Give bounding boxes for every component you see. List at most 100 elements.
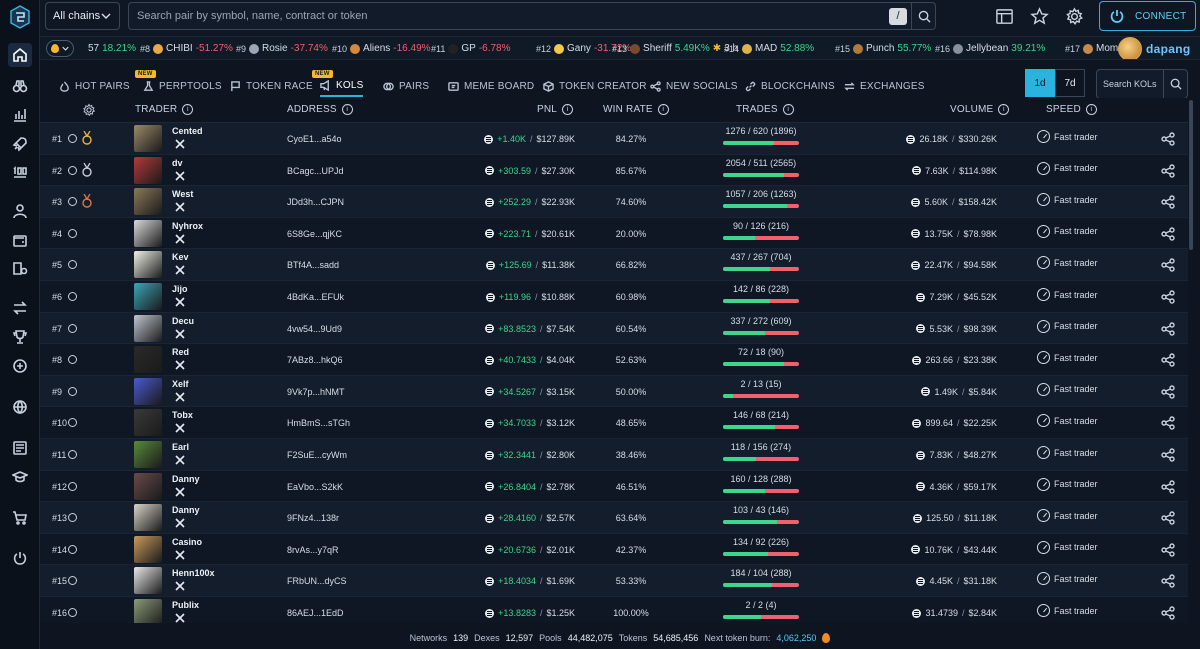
trader-name[interactable]: Danny: [172, 505, 200, 515]
table-row[interactable]: #3 West JDd3h...CJPN +252.29/$22.93K 74.60% 1…: [40, 186, 1188, 218]
share-icon[interactable]: [1161, 416, 1175, 431]
table-row[interactable]: #2 dv BCagc...UPJd +303.59/$27.30K 85.67% 205…: [40, 154, 1188, 187]
sidebar-user-icon[interactable]: [8, 199, 32, 223]
table-row[interactable]: #4 Nyhrox 6S8Ge...qjKC +223.71/$20.61K 20.00…: [40, 217, 1188, 250]
trader-name[interactable]: Jijo: [172, 284, 188, 294]
sidebar-chart-icon[interactable]: [8, 103, 32, 127]
trader-name[interactable]: Danny: [172, 474, 200, 484]
sidebar-swap-icon[interactable]: [8, 296, 32, 320]
row-select-radio[interactable]: [68, 608, 77, 617]
table-row[interactable]: #12 Danny EaVbo...S2kK +26.8404/$2.78K 46.51…: [40, 470, 1188, 503]
trader-name[interactable]: Decu: [172, 316, 194, 326]
table-row[interactable]: #14 Casino 8rvAs...y7qR +20.6736/$2.01K 42.3…: [40, 533, 1188, 566]
row-select-radio[interactable]: [68, 134, 77, 143]
info-icon[interactable]: i: [182, 104, 194, 115]
table-scrollbar-thumb[interactable]: [1189, 100, 1193, 250]
trader-avatar[interactable]: [134, 251, 162, 279]
x-twitter-icon[interactable]: [175, 613, 185, 623]
x-twitter-icon[interactable]: [175, 139, 185, 149]
ticker-filter-button[interactable]: [46, 40, 74, 57]
trader-address[interactable]: FRbUN...dyCS: [287, 576, 347, 586]
row-select-radio[interactable]: [68, 228, 77, 238]
connect-button[interactable]: CONNECT: [1099, 1, 1196, 31]
column-header-trader[interactable]: TRADER i: [135, 104, 194, 115]
x-twitter-icon[interactable]: [175, 423, 185, 433]
share-icon[interactable]: [1161, 448, 1175, 462]
table-row[interactable]: #15 Henn100x FRbUN...dyCS +18.4034/$1.69K 53…: [40, 565, 1188, 597]
sidebar-home-icon[interactable]: [8, 43, 32, 67]
share-icon[interactable]: [1161, 321, 1175, 336]
info-icon[interactable]: i: [657, 104, 669, 115]
sidebar-globe-icon[interactable]: [8, 395, 32, 419]
x-twitter-icon[interactable]: [175, 518, 185, 528]
ticker-item[interactable]: #9 Rosie -37.74%: [236, 43, 328, 54]
trader-address[interactable]: 7ABz8...hkQ6: [287, 355, 343, 365]
ticker-item-first[interactable]: 57 18.21%: [88, 43, 136, 54]
table-row[interactable]: #7 Decu 4vw54...9Ud9 +83.8523/$7.54K 60.54% 3…: [40, 312, 1188, 345]
sidebar-cart-icon[interactable]: [8, 506, 32, 530]
gear-icon[interactable]: [1063, 5, 1085, 27]
layout-icon[interactable]: [993, 5, 1015, 27]
ticker-item[interactable]: #11 GP -6.78%: [431, 43, 511, 54]
ticker-item[interactable]: #13 Sheriff 5.49K% ✱ 3 h: [612, 43, 738, 54]
table-row[interactable]: #13 Danny 9FNz4...138r +28.4160/$2.57K 63.64…: [40, 502, 1188, 534]
search-input[interactable]: [137, 3, 877, 29]
ticker-item[interactable]: #10 Aliens -16.49%: [332, 43, 431, 54]
row-select-radio[interactable]: [68, 481, 77, 491]
column-header-win-rate[interactable]: WIN RATE i: [603, 104, 669, 115]
info-icon[interactable]: i: [562, 104, 574, 115]
trader-name[interactable]: Publix: [172, 600, 199, 610]
trader-address[interactable]: 86AEJ...1EdD: [287, 608, 344, 618]
trader-avatar[interactable]: [134, 504, 162, 532]
row-select-radio[interactable]: [68, 576, 77, 586]
share-icon[interactable]: [1161, 195, 1175, 209]
trader-name[interactable]: Nyhrox: [172, 221, 203, 231]
x-twitter-icon[interactable]: [175, 297, 185, 307]
x-twitter-icon[interactable]: [175, 392, 185, 402]
sidebar-add-icon[interactable]: [8, 354, 32, 378]
column-header-pnl[interactable]: PNL i: [537, 104, 574, 115]
sidebar-rocket-icon[interactable]: [8, 132, 32, 156]
sidebar-binoculars-icon[interactable]: [8, 74, 32, 98]
x-twitter-icon[interactable]: [175, 487, 185, 497]
kol-search-button[interactable]: [1163, 70, 1187, 98]
x-twitter-icon[interactable]: [175, 329, 185, 339]
period-1d-button[interactable]: 1d: [1025, 69, 1055, 97]
row-select-radio[interactable]: [68, 355, 77, 365]
trader-avatar[interactable]: [134, 156, 162, 184]
trader-avatar[interactable]: [134, 441, 162, 468]
info-icon[interactable]: i: [782, 104, 794, 115]
table-row[interactable]: #6 Jijo 4BdKa...EFUk +119.96/$10.88K 60.98% 1…: [40, 281, 1188, 313]
trader-avatar[interactable]: [134, 472, 162, 500]
row-select-radio[interactable]: [68, 292, 77, 301]
trader-address[interactable]: HmBmS...sTGh: [287, 418, 350, 428]
tab-pairs[interactable]: PAIRS: [383, 75, 429, 97]
app-logo-icon[interactable]: [7, 4, 33, 30]
tab-exchanges[interactable]: EXCHANGES: [844, 75, 925, 97]
tab-perptools[interactable]: NEW PERPTOOLS: [135, 70, 222, 97]
x-twitter-icon[interactable]: [175, 550, 185, 560]
x-twitter-icon[interactable]: [175, 360, 185, 370]
column-settings-gear-icon[interactable]: [82, 103, 96, 117]
trader-name[interactable]: Earl: [172, 442, 189, 452]
tab-kols[interactable]: NEW KOLS: [312, 70, 364, 97]
x-twitter-icon[interactable]: [175, 171, 185, 181]
table-row[interactable]: #1 Cented CyoE1...a54o +1.40K / $127.89K 84.27…: [40, 123, 1188, 155]
info-icon[interactable]: i: [341, 104, 353, 115]
trader-avatar[interactable]: [134, 314, 162, 342]
trader-name[interactable]: West: [172, 189, 193, 199]
trader-name[interactable]: Casino: [172, 537, 202, 547]
trader-address[interactable]: CyoE1...a54o: [287, 134, 342, 144]
trader-name[interactable]: Cented: [172, 126, 203, 136]
sidebar-portfolio-icon[interactable]: [8, 256, 32, 280]
trader-avatar[interactable]: [134, 188, 162, 216]
column-header-address[interactable]: ADDRESS i: [287, 104, 353, 115]
info-icon[interactable]: i: [1085, 104, 1097, 115]
share-icon[interactable]: [1161, 290, 1175, 304]
share-icon[interactable]: [1161, 163, 1175, 178]
row-select-radio[interactable]: [68, 450, 77, 459]
row-select-radio[interactable]: [68, 513, 77, 523]
share-icon[interactable]: [1161, 479, 1175, 494]
trader-avatar[interactable]: [134, 567, 162, 595]
share-icon[interactable]: [1161, 511, 1175, 525]
